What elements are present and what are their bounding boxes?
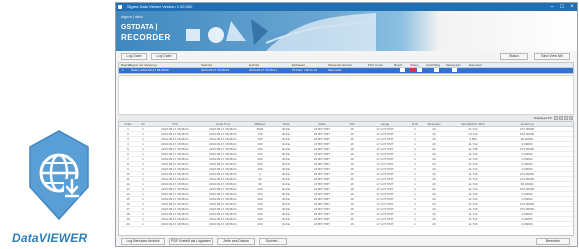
measurement-table: Beginn Beginn der Messung Startzeit Endz… — [118, 62, 574, 74]
maximize-button[interactable]: □ — [557, 3, 567, 11]
toolbar: Log Datei Log Datei Status Bind View Mit — [116, 52, 577, 62]
globe-download-icon — [29, 130, 89, 221]
data-table-body: 1 1 2013.09.17 18:38:21 2013.09.17 18:38:21… — [119, 127, 573, 227]
table-cell: 20 — [126, 222, 130, 226]
app-icon — [118, 5, 122, 9]
cell: 15 Fahr. / 08.11.13 — [292, 68, 317, 72]
table-row[interactable]: 20 1 2013.09.17 18:38:21 2013.09.17 18:38:2… — [119, 222, 573, 227]
table-cell: 1 — [414, 222, 416, 226]
table-cell: 16 — [350, 222, 354, 226]
table-cell: 1 — [142, 222, 144, 226]
log-file-button[interactable]: Log Datei — [121, 53, 147, 60]
nav-last-icon[interactable] — [569, 116, 573, 120]
checkbox-icon[interactable] — [434, 68, 439, 72]
status-button[interactable]: Status — [500, 53, 528, 60]
cell: Sammelst. — [328, 68, 343, 72]
status-flag-icon — [400, 68, 405, 72]
status-flag-icon — [410, 68, 415, 72]
table-cell: 2013.09.17 18:38:21 — [209, 222, 237, 226]
table-cell: ID-Flu — [281, 222, 291, 226]
table-cell: 0.00000 — [521, 222, 533, 226]
status-flag-icon — [417, 68, 422, 72]
cell: 2013-09-17 18:38:23 — [201, 68, 229, 72]
table-cell: 24 BIT PMT — [314, 222, 330, 226]
app-window: Sigma Data Viewer Version 1.00.000 – □ ×… — [115, 2, 578, 247]
user-view-button[interactable]: Log Benutzer Ansicht — [121, 238, 165, 245]
window-title: Sigma Data Viewer Version 1.00.000 — [127, 4, 193, 9]
nav-first-icon[interactable] — [554, 116, 558, 120]
banner-product-top: GSTDATA | — [121, 24, 158, 31]
cell: 2013-09-17 18:38:21 — [249, 68, 277, 72]
table-cell: 200 — [257, 222, 263, 226]
log-file-button-2[interactable]: Log Datei — [151, 53, 177, 60]
table-cell: 17 LOT PMT — [376, 222, 394, 226]
table-cell: 2013.09.17 18:38:21 — [161, 222, 189, 226]
banner-company: sigma | data — [121, 14, 143, 19]
title-bar: Sigma Data Viewer Version 1.00.000 – □ × — [116, 3, 577, 11]
empty-list-area — [118, 75, 574, 115]
cell: Datum 2013-09-17 18:38:00 — [131, 68, 169, 72]
cell: 1 — [122, 68, 124, 72]
close-button[interactable]: × — [567, 3, 577, 11]
banner-graphic — [186, 19, 268, 45]
exit-button[interactable]: Beenden — [536, 238, 570, 245]
footer-bar: Log Benutzer Ansicht PDF Erstellt als Lo… — [116, 237, 577, 246]
search-button[interactable]: Suchen... — [259, 238, 287, 245]
brand-name: DataVIEWER — [12, 231, 88, 245]
table-cell: 11.716 — [468, 222, 478, 226]
app-banner: sigma | data GSTDATA | RECORDER — [116, 11, 577, 51]
banner-product-bottom: RECORDER — [121, 33, 171, 42]
export-pdf-button[interactable]: PDF Erstellt als Logdaten — [169, 238, 213, 245]
bind-view-button[interactable]: Bind View Mit — [534, 53, 570, 60]
dataviewer-logo — [26, 129, 92, 221]
nav-prev-icon[interactable] — [559, 116, 563, 120]
minimize-button[interactable]: – — [547, 3, 557, 11]
selected-measurement-row[interactable]: 1 Datum 2013-09-17 18:38:00 2013-09-17 1… — [119, 68, 573, 73]
banner-swirl — [266, 13, 376, 51]
goto-date-button[interactable]: Zeile ans Datum — [217, 238, 255, 245]
table-cell: 20 — [432, 222, 436, 226]
checkbox-icon[interactable] — [452, 68, 457, 72]
nav-next-icon[interactable] — [564, 116, 568, 120]
data-table: Index ID UTC Local Time Millisecs State … — [118, 121, 574, 236]
